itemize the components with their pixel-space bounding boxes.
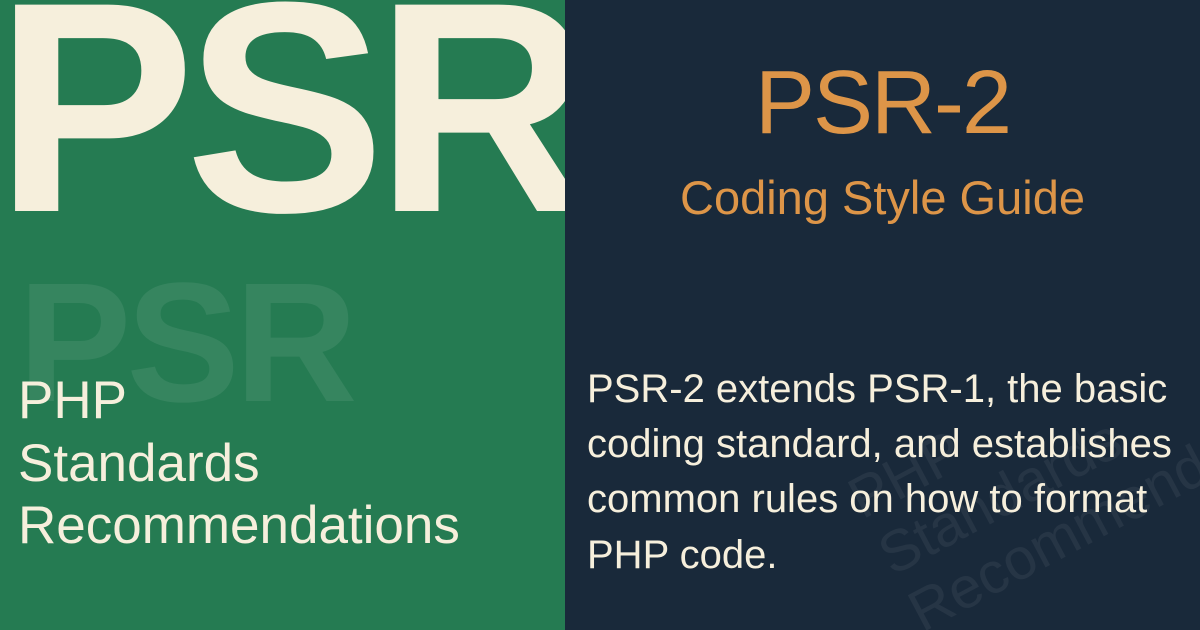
left-panel: PSR PSR PHP Standards Recommendations: [0, 0, 565, 630]
php-line-1: PHP: [18, 370, 460, 433]
psr-number-heading: PSR-2: [565, 52, 1200, 155]
php-standards-label: PHP Standards Recommendations: [18, 370, 460, 558]
php-line-3: Recommendations: [18, 495, 460, 558]
psr-description: PSR-2 extends PSR-1, the basic coding st…: [587, 362, 1180, 583]
php-line-2: Standards: [18, 433, 460, 496]
guide-subtitle: Coding Style Guide: [565, 170, 1200, 225]
right-panel: PSR-2 Coding Style Guide PHP Standards R…: [565, 0, 1200, 630]
psr-acronym: PSR: [0, 0, 565, 235]
